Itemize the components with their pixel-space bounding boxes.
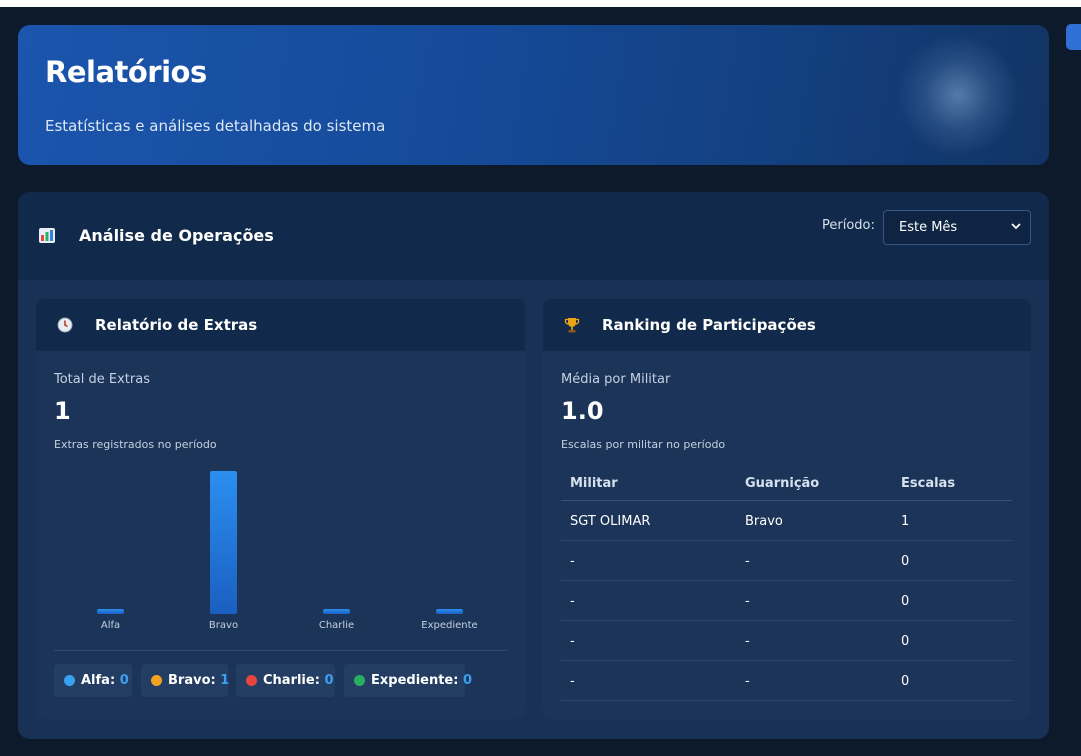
page-title: Relatórios — [45, 55, 207, 89]
cell-escalas: 1 — [901, 514, 910, 529]
cell-militar: - — [570, 554, 575, 569]
ranking-table-header: Militar Guarnição Escalas — [561, 463, 1012, 501]
ranking-card-title: Ranking de Participações — [602, 316, 816, 334]
x-tick-label-charlie: Charlie — [319, 620, 354, 631]
period-label: Período: — [822, 218, 875, 233]
table-row: SGT OLIMAR Bravo 1 — [561, 501, 1012, 541]
legend-label-expediente: Expediente: — [371, 673, 459, 688]
cell-militar: - — [570, 594, 575, 609]
ranking-card: Ranking de Participações Média por Milit… — [543, 299, 1031, 719]
extras-card-header: Relatório de Extras — [36, 299, 525, 351]
legend-label-alfa: Alfa: — [81, 673, 116, 688]
x-tick-label-expediente: Expediente — [421, 620, 477, 631]
cell-escalas: 0 — [901, 554, 910, 569]
legend-item-expediente: Expediente: 0 — [344, 664, 472, 697]
average-subtitle: Escalas por militar no período — [561, 438, 726, 451]
cell-guarnicao: - — [745, 594, 750, 609]
browser-top-strip — [0, 0, 1081, 7]
legend-dot-alfa — [64, 675, 75, 686]
operations-header: Análise de Operações Período: Este Mês — [18, 192, 1049, 280]
extras-report-card: Relatório de Extras Total de Extras 1 Ex… — [36, 299, 525, 719]
chart-divider — [54, 650, 507, 651]
column-header-escalas: Escalas — [901, 476, 956, 491]
cell-guarnicao: - — [745, 554, 750, 569]
cell-guarnicao: - — [745, 634, 750, 649]
extras-card-title: Relatório de Extras — [95, 316, 258, 334]
legend-label-bravo: Bravo: — [168, 673, 216, 688]
total-extras-label: Total de Extras — [54, 372, 150, 387]
average-label: Média por Militar — [561, 372, 671, 387]
table-row: - - 0 — [561, 621, 1012, 661]
table-row: - - 0 — [561, 541, 1012, 581]
legend-value-alfa: 0 — [119, 673, 129, 688]
cell-escalas: 0 — [901, 674, 910, 689]
legend-item-bravo: Bravo: 1 — [141, 664, 230, 697]
trophy-icon — [564, 318, 580, 333]
x-tick-label-alfa: Alfa — [101, 620, 120, 631]
period-select[interactable]: Este Mês — [883, 210, 1031, 245]
bar-bravo — [210, 471, 237, 614]
cell-militar: - — [570, 634, 575, 649]
period-select-value: Este Mês — [899, 220, 958, 235]
cell-escalas: 0 — [901, 634, 910, 649]
bar-expediente — [436, 609, 463, 614]
cell-guarnicao: - — [745, 674, 750, 689]
page-subtitle: Estatísticas e análises detalhadas do si… — [45, 117, 386, 135]
column-header-militar: Militar — [570, 476, 618, 491]
total-extras-value: 1 — [54, 397, 71, 425]
legend-value-bravo: 1 — [220, 673, 230, 688]
side-panel-tab[interactable] — [1066, 24, 1081, 50]
cell-militar: - — [570, 674, 575, 689]
table-row: - - 0 — [561, 581, 1012, 621]
operations-panel: Análise de Operações Período: Este Mês R… — [18, 192, 1049, 739]
bar-charlie — [323, 609, 350, 614]
legend-item-charlie: Charlie: 0 — [236, 664, 335, 697]
legend-item-alfa: Alfa: 0 — [54, 664, 132, 697]
table-row: - - 0 — [561, 661, 1012, 701]
legend-dot-bravo — [151, 675, 162, 686]
page-header: Relatórios Estatísticas e análises detal… — [18, 25, 1049, 165]
legend-value-expediente: 0 — [462, 673, 473, 688]
cell-militar: SGT OLIMAR — [570, 514, 651, 529]
total-extras-subtitle: Extras registrados no período — [54, 438, 217, 451]
bar-alfa — [97, 609, 124, 614]
chevron-down-icon — [1011, 223, 1021, 230]
header-glow-decoration — [898, 35, 1018, 155]
operations-title: Análise de Operações — [79, 226, 274, 245]
legend-label-charlie: Charlie: — [263, 673, 320, 688]
cell-escalas: 0 — [901, 594, 910, 609]
x-tick-label-bravo: Bravo — [209, 620, 238, 631]
legend-value-charlie: 0 — [324, 673, 334, 688]
extras-bar-chart: Alfa Bravo Charlie Expediente — [97, 471, 478, 631]
cell-guarnicao: Bravo — [745, 514, 783, 529]
legend-dot-expediente — [354, 675, 365, 686]
clock-icon — [57, 317, 73, 333]
average-value: 1.0 — [561, 397, 604, 425]
column-header-guarnicao: Guarnição — [745, 476, 820, 491]
bar-chart-icon — [39, 228, 55, 243]
ranking-card-header: Ranking de Participações — [543, 299, 1031, 351]
legend-dot-charlie — [246, 675, 257, 686]
